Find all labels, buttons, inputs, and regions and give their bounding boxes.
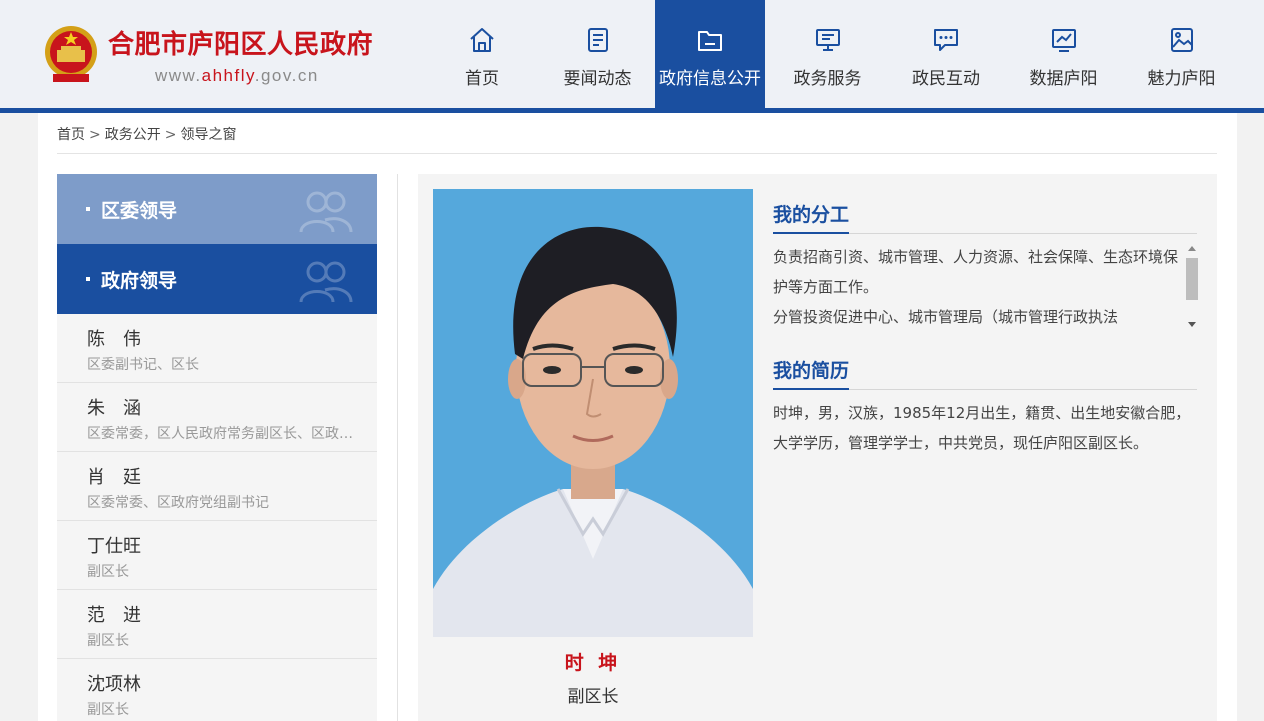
nav-item-interaction[interactable]: 政民互动 <box>890 0 1002 108</box>
site-header: 合肥市庐阳区人民政府 www.ahhfly.gov.cn 首页 要闻动态 政府信… <box>0 0 1264 108</box>
resume-heading-text: 我的简历 <box>773 356 850 390</box>
image-icon <box>1170 28 1193 52</box>
leader-title: 副区长 <box>87 702 129 718</box>
sidebar-section-label: 区委领导 <box>101 200 178 222</box>
leader-portrait-photo <box>433 189 753 637</box>
breadcrumb-level2[interactable]: 领导之窗 <box>180 127 236 143</box>
chart-icon <box>1051 29 1076 52</box>
nav-label: 政府信息公开 <box>659 69 761 89</box>
breadcrumb-divider <box>57 153 1217 154</box>
resume-section-heading: 我的简历 <box>773 356 1197 390</box>
nav-label: 数据庐阳 <box>1029 69 1098 89</box>
site-url: www.ahhfly.gov.cn <box>155 66 319 86</box>
sidebar: 区委领导 政府领导 陈 伟 区委副书记、区长 朱 涵 区委常委，区人民政府常务副… <box>57 174 377 721</box>
site-title[interactable]: 合肥市庐阳区人民政府 <box>108 24 373 61</box>
sidebar-section-district-committee[interactable]: 区委领导 <box>57 174 377 244</box>
national-emblem-logo[interactable] <box>43 24 99 84</box>
leader-title: 副区长 <box>87 633 129 649</box>
leader-title: 区委副书记、区长 <box>87 357 199 373</box>
leader-name: 沈项林 <box>87 674 141 695</box>
duty-scrollbar[interactable] <box>1184 244 1198 330</box>
leader-list-item[interactable]: 沈项林 副区长 <box>57 659 377 721</box>
breadcrumb: 首页 > 政务公开 > 领导之窗 <box>57 124 236 144</box>
leader-list-item[interactable]: 肖 廷 区委常委、区政府党组副书记 <box>57 452 377 521</box>
monitor-icon <box>815 29 840 51</box>
nav-item-news[interactable]: 要闻动态 <box>540 0 655 108</box>
main-content: 首页 > 政务公开 > 领导之窗 区委领导 政府领导 陈 伟 区委副书记、区长 朱 涵 … <box>38 113 1237 721</box>
leader-list-item[interactable]: 朱 涵 区委常委，区人民政府常务副区长、区政府党组副书记 <box>57 383 377 452</box>
leader-list-item[interactable]: 丁仕旺 副区长 <box>57 521 377 590</box>
document-icon <box>587 28 608 52</box>
site-url-domain: ahhfly <box>201 66 255 85</box>
breadcrumb-home[interactable]: 首页 <box>57 127 85 143</box>
leader-name: 陈 伟 <box>87 329 141 350</box>
sidebar-section-government[interactable]: 政府领导 <box>57 244 377 314</box>
leader-name: 范 进 <box>87 605 141 626</box>
scroll-up-arrow-icon[interactable] <box>1188 246 1196 251</box>
leader-title: 区委常委，区人民政府常务副区长、区政府党组副书记 <box>87 426 362 442</box>
scroll-down-arrow-icon[interactable] <box>1188 322 1196 327</box>
leader-title: 副区长 <box>87 564 129 580</box>
nav-label: 政民互动 <box>912 69 980 89</box>
leader-title: 区委常委、区政府党组副书记 <box>87 495 269 511</box>
main-nav: 首页 要闻动态 政府信息公开 政务服务 政民互动 数据庐阳 魅力庐阳 <box>424 0 1238 108</box>
people-icon <box>299 261 353 303</box>
duty-paragraph: 负责招商引资、城市管理、人力资源、社会保障、生态环境保护等方面工作。 <box>773 248 1179 296</box>
breadcrumb-separator: > <box>164 127 177 143</box>
site-url-suffix: .gov.cn <box>254 66 319 85</box>
site-url-prefix: www. <box>155 66 202 85</box>
leader-name: 朱 涵 <box>87 398 141 419</box>
nav-label: 魅力庐阳 <box>1147 69 1216 89</box>
leader-name: 丁仕旺 <box>87 536 141 557</box>
breadcrumb-level1[interactable]: 政务公开 <box>105 127 161 143</box>
folder-icon <box>698 31 722 51</box>
nav-label: 首页 <box>465 69 499 89</box>
duty-section-heading: 我的分工 <box>773 200 1197 234</box>
nav-item-home[interactable]: 首页 <box>424 0 540 108</box>
home-icon <box>470 28 494 52</box>
leader-detail-panel: 时 坤 副区长 我的分工 负责招商引资、城市管理、人力资源、社会保障、生态环境保… <box>418 174 1217 721</box>
leader-name: 肖 廷 <box>87 467 141 488</box>
leader-name-caption: 时 坤 <box>564 652 622 674</box>
duty-paragraph: 分管投资促进中心、城市管理局（城市管理行政执法 <box>773 308 1119 326</box>
nav-item-data[interactable]: 数据庐阳 <box>1002 0 1125 108</box>
resume-text: 时坤，男，汉族，1985年12月出生，籍贯、出生地安徽合肥，大学学历，管理学学士… <box>773 404 1191 452</box>
breadcrumb-separator: > <box>89 127 101 143</box>
nav-item-charm[interactable]: 魅力庐阳 <box>1125 0 1238 108</box>
bullet-icon <box>86 207 90 211</box>
nav-item-gov-info[interactable]: 政府信息公开 <box>655 0 765 108</box>
leader-list-item[interactable]: 陈 伟 区委副书记、区长 <box>57 314 377 383</box>
chat-icon <box>934 29 958 51</box>
sidebar-section-label: 政府领导 <box>101 270 178 292</box>
duty-text-box[interactable]: 负责招商引资、城市管理、人力资源、社会保障、生态环境保护等方面工作。 分管投资促… <box>773 242 1183 334</box>
scroll-thumb[interactable] <box>1186 258 1198 300</box>
nav-label: 要闻动态 <box>563 69 632 89</box>
people-icon <box>299 191 353 233</box>
nav-item-services[interactable]: 政务服务 <box>765 0 890 108</box>
leader-list-item[interactable]: 范 进 副区长 <box>57 590 377 659</box>
nav-label: 政务服务 <box>793 69 862 89</box>
column-divider <box>397 174 398 721</box>
duty-heading-text: 我的分工 <box>773 200 850 234</box>
leader-position-caption: 副区长 <box>567 687 619 707</box>
bullet-icon <box>86 277 90 281</box>
